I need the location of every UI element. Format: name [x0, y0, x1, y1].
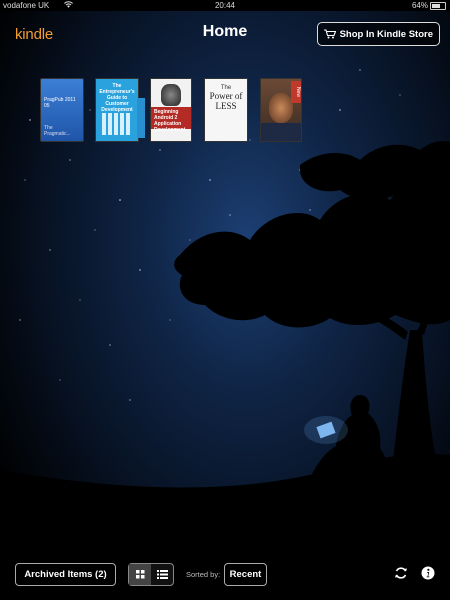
sync-icon[interactable]	[394, 566, 408, 580]
kindle-home-screen: vodafone UK 20:44 64% kindle Home Shop I…	[0, 0, 450, 600]
book-cover-android[interactable]: Beginning Android 2 Application Developm…	[150, 78, 192, 142]
list-view-icon	[156, 570, 168, 579]
cart-icon	[323, 29, 336, 39]
bottom-bar: Archived Items (2) Sorted by: Recent	[0, 555, 450, 600]
clock: 20:44	[214, 1, 236, 10]
battery-percent: 64%	[411, 1, 428, 10]
battery-icon	[430, 2, 446, 10]
book-title: Power of LESS	[209, 91, 243, 111]
top-bar: kindle Home Shop In Kindle Store	[0, 11, 450, 57]
grid-view-icon	[135, 570, 144, 579]
book-cover-pragpub[interactable]: PragPub 2011 05 The Pragmatic...	[40, 78, 84, 142]
book-cover-customer-development[interactable]: The Entrepreneur's Guide to Customer Dev…	[95, 78, 139, 142]
info-icon[interactable]	[421, 566, 435, 580]
sorted-by-label: Sorted by:	[186, 570, 221, 579]
status-bar: vodafone UK 20:44 64%	[0, 0, 450, 11]
book-cover-power-of-less[interactable]: The Power of LESS	[204, 78, 248, 142]
book-title: Beginning Android 2 Application Developm…	[154, 109, 186, 133]
book-spine-strip	[137, 98, 145, 138]
shop-button-label: Shop In Kindle Store	[339, 28, 433, 40]
view-toggle	[128, 563, 174, 586]
archived-items-button[interactable]: Archived Items (2)	[15, 563, 116, 586]
book-cover-restoration[interactable]: New	[260, 78, 302, 142]
grid-view-button[interactable]	[129, 564, 151, 585]
shop-kindle-store-button[interactable]: Shop In Kindle Store	[316, 22, 440, 46]
list-view-button[interactable]	[151, 564, 173, 585]
sort-order-button[interactable]: Recent	[224, 563, 267, 586]
book-title: The Entrepreneur's Guide to Customer Dev…	[99, 83, 135, 113]
book-title: PragPub 2011 05	[44, 97, 76, 109]
new-badge: New	[291, 81, 301, 103]
book-subtitle: The Pragmatic...	[44, 125, 71, 137]
